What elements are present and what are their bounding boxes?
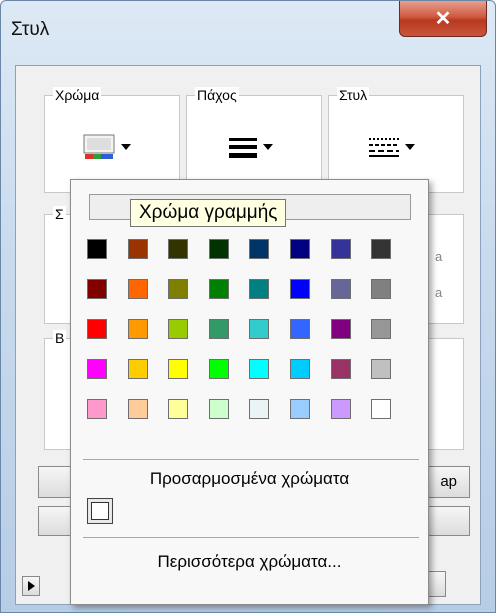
color-swatch[interactable] <box>168 359 189 379</box>
custom-color-swatch <box>91 502 109 520</box>
color-swatch[interactable] <box>87 279 107 299</box>
color-swatch[interactable] <box>208 279 229 299</box>
chevron-down-icon <box>263 144 273 150</box>
line-thickness-dropdown-button[interactable] <box>229 136 273 158</box>
color-swatch[interactable] <box>208 239 229 259</box>
color-swatch[interactable] <box>371 319 392 339</box>
color-swatch[interactable] <box>249 359 270 379</box>
partial-preview-text-b: a <box>435 285 443 300</box>
color-swatch[interactable] <box>290 279 310 299</box>
color-swatch[interactable] <box>168 239 189 259</box>
dash-style-dropdown-button[interactable] <box>369 136 415 158</box>
color-swatch[interactable] <box>87 239 107 259</box>
color-swatch[interactable] <box>87 319 107 339</box>
color-swatch[interactable] <box>249 279 270 299</box>
custom-color-slot[interactable] <box>87 498 113 524</box>
dash-style-icon <box>369 138 399 157</box>
group-label-partial: Σ <box>53 206 66 222</box>
separator <box>83 459 419 460</box>
color-swatch[interactable] <box>330 359 351 379</box>
partial-preview-text-a: a <box>435 249 443 264</box>
color-swatch[interactable] <box>127 319 148 339</box>
group-label-partial: Β <box>53 330 67 346</box>
color-swatch[interactable] <box>208 319 229 339</box>
color-swatch[interactable] <box>87 359 107 379</box>
color-swatch[interactable] <box>290 319 310 339</box>
separator <box>83 537 419 538</box>
color-picker-popup: Προσαρμοσμένα χρώματα Περισσότερα χρώματ… <box>70 179 429 605</box>
line-color-dropdown-button[interactable] <box>83 134 131 160</box>
color-swatch[interactable] <box>208 359 229 379</box>
close-button[interactable]: ✕ <box>399 1 487 37</box>
custom-colors-label: Προσαρμοσμένα χρώματα <box>149 469 350 488</box>
line-color-tooltip: Χρώμα γραμμής <box>130 199 287 227</box>
color-group-label: Χρώμα <box>53 87 102 103</box>
color-swatch[interactable] <box>127 399 148 419</box>
close-icon: ✕ <box>434 8 452 30</box>
color-swatch[interactable] <box>168 319 189 339</box>
thickness-group-label: Πάχος <box>195 87 239 103</box>
color-swatch[interactable] <box>290 359 310 379</box>
color-swatch[interactable] <box>168 279 189 299</box>
color-swatch[interactable] <box>330 399 351 419</box>
color-swatch[interactable] <box>127 359 148 379</box>
color-swatch[interactable] <box>371 279 392 299</box>
bottom-button-label-partial: ap <box>440 473 457 490</box>
color-swatch[interactable] <box>330 279 351 299</box>
color-swatch[interactable] <box>371 359 392 379</box>
color-swatch[interactable] <box>87 399 107 419</box>
color-swatch[interactable] <box>208 399 229 419</box>
color-swatch[interactable] <box>330 319 351 339</box>
color-swatch[interactable] <box>330 239 351 259</box>
color-swatch[interactable] <box>127 239 148 259</box>
color-swatch[interactable] <box>127 279 148 299</box>
color-swatch[interactable] <box>371 239 392 259</box>
style-group-label: Στυλ <box>337 87 370 103</box>
color-swatch[interactable] <box>249 319 270 339</box>
color-swatch[interactable] <box>249 399 270 419</box>
expand-button[interactable] <box>22 576 40 596</box>
window-title: Στυλ <box>11 19 50 40</box>
color-swatch[interactable] <box>290 239 310 259</box>
color-swatch[interactable] <box>371 399 392 419</box>
chevron-down-icon <box>121 144 131 150</box>
play-arrow-icon <box>28 581 35 591</box>
line-thickness-icon <box>229 138 257 158</box>
color-swatch-icon <box>83 134 115 159</box>
color-swatch[interactable] <box>290 399 310 419</box>
more-colors-button[interactable]: Περισσότερα χρώματα... <box>71 552 428 572</box>
chevron-down-icon <box>405 144 415 150</box>
color-swatch[interactable] <box>249 239 270 259</box>
color-swatch[interactable] <box>168 399 189 419</box>
